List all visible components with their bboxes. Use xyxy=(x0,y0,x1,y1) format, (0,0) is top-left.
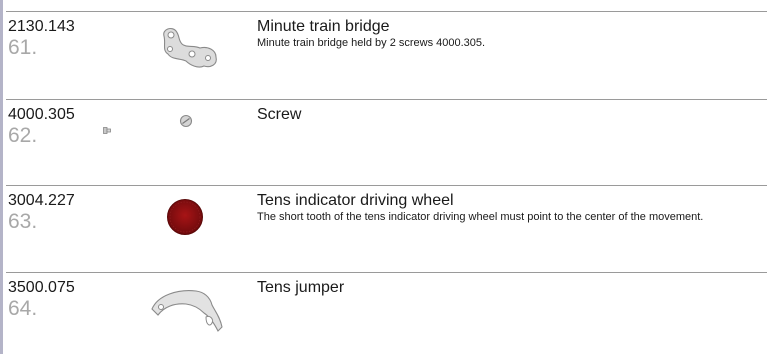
item-number: 64. xyxy=(8,297,38,320)
part-title: Tens jumper xyxy=(257,279,345,296)
screw-icon xyxy=(179,114,193,128)
part-row: 4000.305 62. Screw xyxy=(6,99,767,188)
part-title: Screw xyxy=(257,106,302,123)
part-reference: 3500.075 xyxy=(8,279,75,296)
part-reference: 2130.143 xyxy=(8,18,75,35)
item-number: 61. xyxy=(8,36,38,59)
part-description: The short tooth of the tens indicator dr… xyxy=(257,211,704,223)
screw-side-icon xyxy=(103,127,111,134)
red-wheel-icon xyxy=(167,199,203,235)
part-title: Minute train bridge xyxy=(257,18,390,35)
part-title: Tens indicator driving wheel xyxy=(257,192,454,209)
part-reference: 4000.305 xyxy=(8,106,75,123)
item-number: 63. xyxy=(8,210,38,233)
item-number: 62. xyxy=(8,124,38,147)
left-margin-rule xyxy=(0,0,3,354)
part-row: 2130.143 61. Minute train bridge Minute … xyxy=(6,11,767,100)
part-description: Minute train bridge held by 2 screws 400… xyxy=(257,37,486,49)
bridge-part-icon xyxy=(163,27,217,68)
part-row: 3500.075 64. Tens jumper xyxy=(6,272,767,355)
part-row: 3004.227 63. Tens indicator driving whee… xyxy=(6,185,767,274)
jumper-part-icon xyxy=(151,290,223,332)
part-reference: 3004.227 xyxy=(8,192,75,209)
